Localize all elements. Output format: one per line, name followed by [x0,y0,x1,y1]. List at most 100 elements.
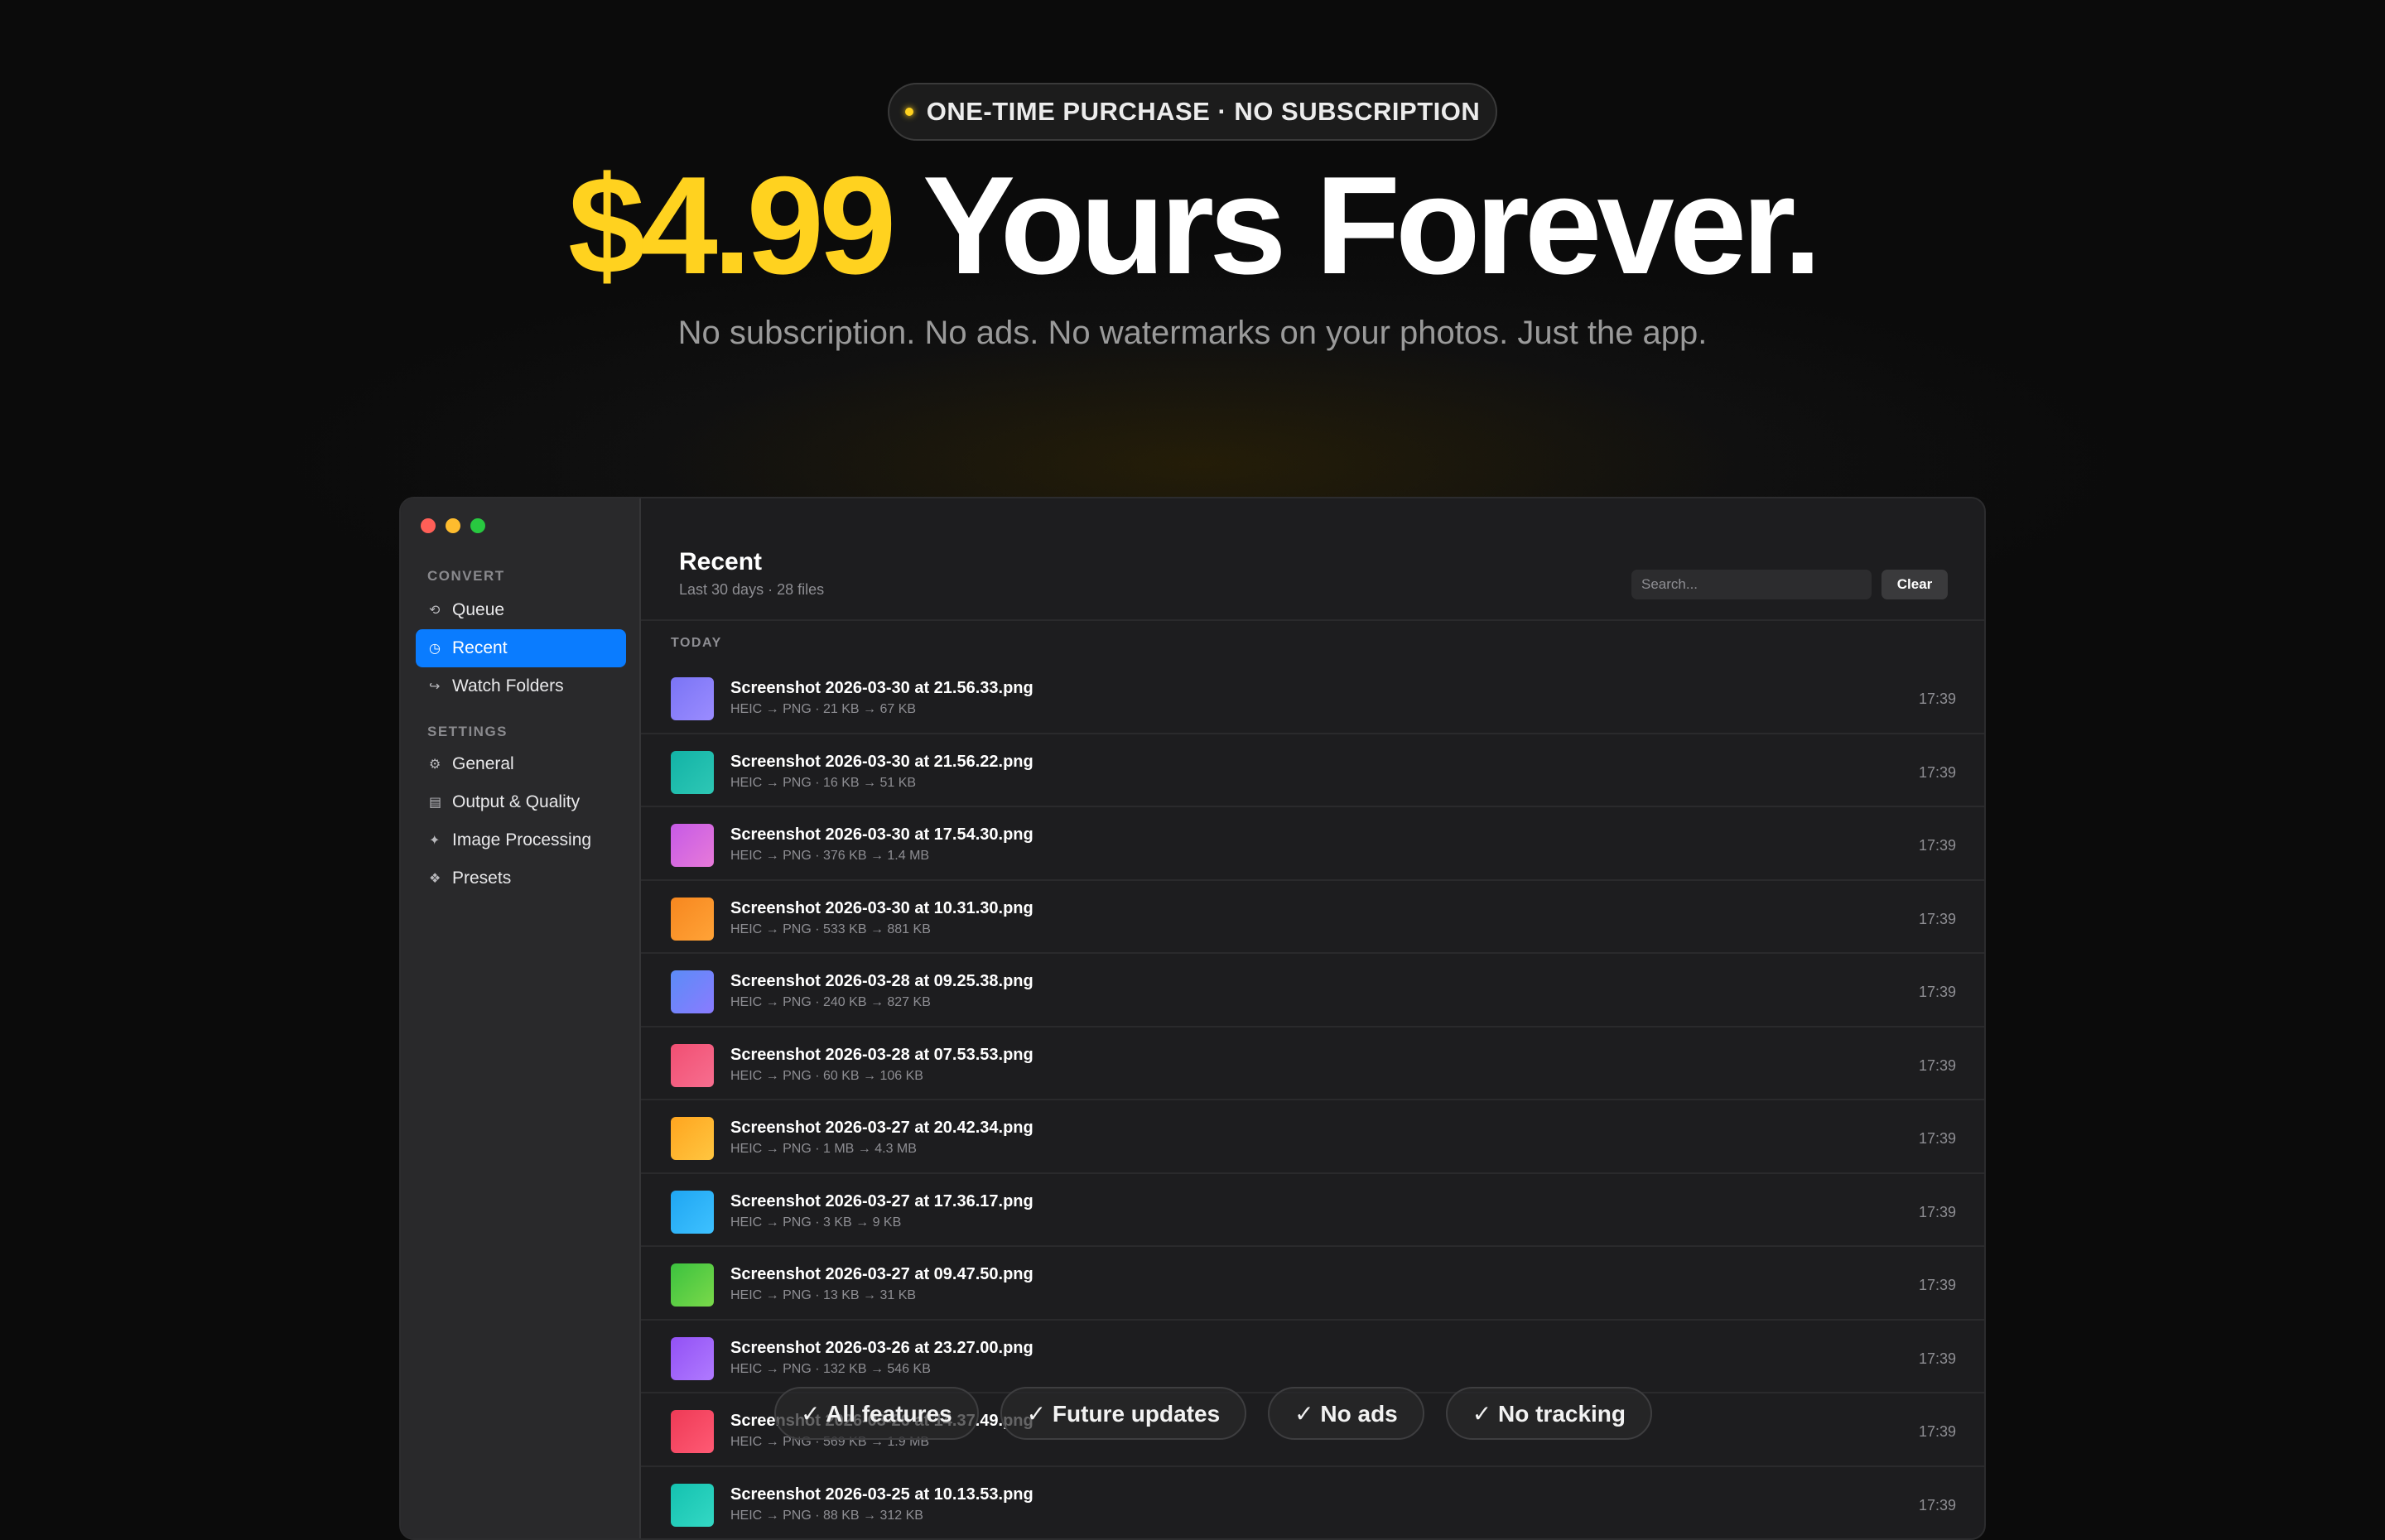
file-time: 17:39 [1919,1057,1956,1075]
search-input[interactable] [1631,570,1872,599]
headline-text: Yours Forever. [891,147,1817,303]
clock-icon: ◷ [429,640,452,657]
close-window-button[interactable] [421,518,436,533]
file-thumbnail [671,1484,714,1527]
list-item[interactable]: Screenshot 2026-03-27 at 09.47.50.png HEI… [641,1247,1984,1321]
feature-chip: ✓ No tracking [1446,1387,1652,1440]
output-icon: ▤ [429,794,452,811]
file-time: 17:39 [1919,911,1956,928]
sidebar-item-image-processing[interactable]: ✦ Image Processing [416,821,626,859]
sidebar-item-watch-folders[interactable]: ↪ Watch Folders [416,667,626,705]
file-meta: HEIC → PNG · 21 KB → 67 KB [730,702,916,717]
file-name: Screenshot 2026-03-27 at 20.42.34.png [730,1119,1034,1138]
sidebar-item-label: Queue [452,600,504,620]
file-meta: HEIC → PNG · 533 KB → 881 KB [730,922,931,937]
file-thumbnail [671,1263,714,1307]
badge-dot-icon [905,108,913,116]
file-thumbnail [671,751,714,794]
file-meta: HEIC → PNG · 13 KB → 31 KB [730,1288,916,1303]
file-thumbnail [671,677,714,720]
file-thumbnail [671,1117,714,1160]
queue-icon: ⟲ [429,602,452,618]
list-item[interactable]: Screenshot 2026-03-26 at 23.27.00.pngHEI… [641,1321,1984,1394]
section-label-convert: CONVERT [427,568,505,585]
file-name: Screenshot 2026-03-30 at 21.56.22.png [730,753,1034,772]
file-time: 17:39 [1919,837,1956,854]
header-divider [641,619,1984,621]
file-meta: HEIC → PNG · 3 KB → 9 KB [730,1215,901,1230]
app-window: CONVERT ⟲ Queue ◷ Recent ↪ Watch Folders… [399,497,1986,1540]
sidebar-item-label: Image Processing [452,830,591,850]
list-item[interactable]: Screenshot 2026-03-30 at 10.31.30.png HEI… [641,881,1984,955]
subheadline: No subscription. No ads. No watermarks o… [0,315,2385,352]
main-content: Recent Last 30 days · 28 files Clear TOD… [641,498,1984,1538]
sparkle-icon: ✦ [429,832,452,849]
sidebar-item-presets[interactable]: ❖ Presets [416,859,626,898]
list-item[interactable]: Screenshot 2026-03-25 at 10.13.53.png HEI… [641,1467,1984,1540]
file-thumbnail [671,824,714,867]
group-label-today: TODAY [671,636,722,651]
feature-chip: ✓ All features [774,1387,979,1440]
list-item[interactable]: Screenshot 2026-03-30 at 17.54.30.png HEI… [641,807,1984,881]
list-item[interactable]: Screenshot 2026-03-28 at 07.53.53.png HEI… [641,1027,1984,1101]
list-item[interactable]: Screenshot 2026-03-30 at 21.56.33.png HEI… [641,661,1984,734]
file-name: Screenshot 2026-03-27 at 09.47.50.png [730,1265,1034,1284]
watch-folder-icon: ↪ [429,678,452,695]
sidebar-item-queue[interactable]: ⟲ Queue [416,591,626,629]
file-name: Screenshot 2026-03-30 at 21.56.33.png [730,679,1034,698]
sidebar-item-label: Presets [452,869,511,888]
presets-icon: ❖ [429,870,452,887]
file-time: 17:39 [1919,764,1956,782]
file-time: 17:39 [1919,1130,1956,1148]
page-subtitle: Last 30 days · 28 files [679,581,824,599]
zoom-window-button[interactable] [470,518,485,533]
file-meta: HEIC → PNG · 376 KB → 1.4 MB [730,849,929,864]
sidebar: CONVERT ⟲ Queue ◷ Recent ↪ Watch Folders… [401,498,641,1538]
list-item[interactable]: Screenshot 2026-03-28 at 09.25.38.png HEI… [641,954,1984,1027]
file-meta: HEIC → PNG · 132 KB → 546 KB [730,1362,931,1377]
file-thumbnail [671,1191,714,1234]
file-thumbnail [671,1044,714,1087]
headline-price: $4.99 [568,147,891,303]
file-name: Screenshot 2026-03-28 at 09.25.38.png [730,972,1034,991]
file-name: Screenshot 2026-03-25 at 10.13.53.png [730,1485,1034,1504]
headline: $4.99 Yours Forever. [0,151,2385,300]
file-meta: HEIC → PNG · 1 MB → 4.3 MB [730,1142,917,1157]
file-meta: HEIC → PNG · 16 KB → 51 KB [730,776,916,791]
feature-chip: ✓ Future updates [1000,1387,1246,1440]
gear-icon: ⚙ [429,756,452,772]
list-item[interactable]: Screenshot 2026-03-27 at 17.36.17.png HEI… [641,1174,1984,1248]
badge-text: ONE-TIME PURCHASE · NO SUBSCRIPTION [927,97,1481,127]
section-label-settings: SETTINGS [427,724,508,740]
file-meta: HEIC → PNG · 60 KB → 106 KB [730,1069,923,1084]
list-item[interactable]: Screenshot 2026-03-30 at 21.56.22.png HEI… [641,734,1984,808]
feature-chips: ✓ All features ✓ Future updates ✓ No ads ✓ … [0,1387,2385,1440]
clear-button[interactable]: Clear [1882,570,1948,599]
file-time: 17:39 [1919,1350,1956,1368]
file-name: Screenshot 2026-03-30 at 10.31.30.png [730,899,1034,918]
minimize-window-button[interactable] [446,518,460,533]
sidebar-item-label: General [452,754,514,774]
list-item[interactable]: Screenshot 2026-03-27 at 20.42.34.png HEI… [641,1100,1984,1174]
sidebar-item-label: Watch Folders [452,676,564,696]
file-thumbnail [671,1337,714,1380]
sidebar-item-output-quality[interactable]: ▤ Output & Quality [416,783,626,821]
file-time: 17:39 [1919,1277,1956,1294]
sidebar-item-general[interactable]: ⚙ General [416,745,626,783]
file-name: Screenshot 2026-03-30 at 17.54.30.png [730,825,1034,845]
file-name: Screenshot 2026-03-28 at 07.53.53.png [730,1046,1034,1065]
file-meta: HEIC → PNG · 240 KB → 827 KB [730,995,931,1010]
window-controls [421,518,485,533]
sidebar-item-recent[interactable]: ◷ Recent [416,629,626,667]
feature-chip: ✓ No ads [1268,1387,1424,1440]
file-time: 17:39 [1919,984,1956,1001]
file-time: 17:39 [1919,691,1956,708]
file-thumbnail [671,898,714,941]
sidebar-item-label: Output & Quality [452,792,580,812]
page-title: Recent [679,548,762,576]
file-time: 17:39 [1919,1497,1956,1514]
file-name: Screenshot 2026-03-27 at 17.36.17.png [730,1192,1034,1211]
file-meta: HEIC → PNG · 88 KB → 312 KB [730,1509,923,1523]
file-time: 17:39 [1919,1204,1956,1221]
file-thumbnail [671,970,714,1013]
